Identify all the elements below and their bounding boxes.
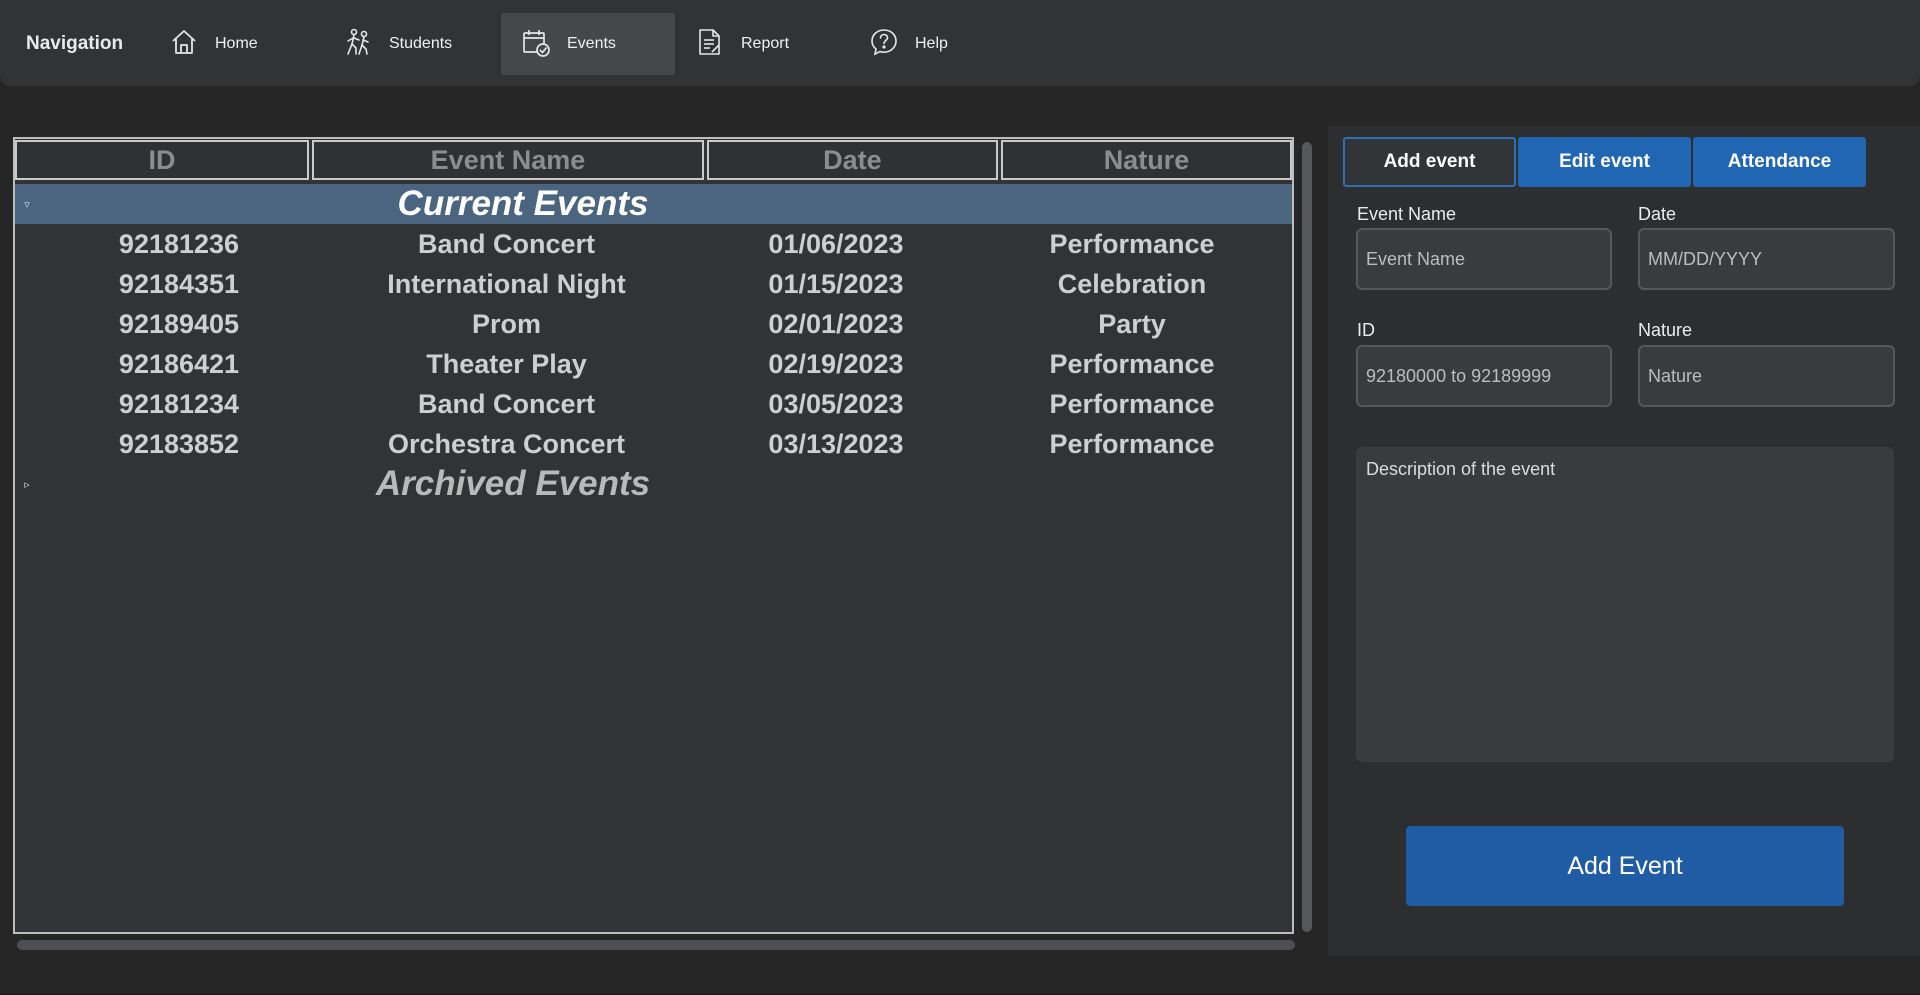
group-header-current-events[interactable]: ▿ Current Events (15, 184, 1292, 224)
date-label: Date (1638, 204, 1677, 224)
cell-id: 92189405 (118, 308, 240, 339)
column-header-event-name[interactable]: Event Name (312, 140, 704, 180)
cell-date: 01/15/2023 (768, 268, 904, 299)
tab-attendance[interactable]: Attendance (1693, 137, 1866, 187)
horizontal-scrollbar[interactable] (17, 940, 1295, 950)
nav-item-label: Home (215, 35, 258, 52)
cell-event-name: Theater Play (426, 348, 587, 379)
event-name-label: Event Name (1357, 204, 1457, 224)
cell-event-name: Band Concert (417, 388, 596, 419)
table-row[interactable]: 92189405 Prom 02/01/2023 Party (15, 304, 1292, 344)
group-header-archived-events[interactable]: ▹ Archived Events (15, 464, 1292, 504)
collapse-triangle-icon[interactable]: ▿ (17, 198, 37, 211)
group-title-archived: Archived Events (375, 464, 651, 503)
nav-item-label: Students (389, 35, 453, 52)
column-header-date[interactable]: Date (706, 140, 998, 180)
table-row[interactable]: 92186421 Theater Play 02/19/2023 Perform… (15, 344, 1292, 384)
nav-item-events[interactable]: Events (501, 13, 675, 75)
date-field[interactable]: MM/DD/YYYY (1638, 228, 1895, 290)
cell-id: 92184351 (118, 268, 240, 299)
cell-event-name: Prom (471, 308, 542, 339)
nav-item-label: Report (741, 35, 790, 52)
nav-item-label: Help (915, 35, 948, 52)
cell-event-name: Band Concert (417, 228, 596, 259)
add-event-button[interactable]: Add Event (1406, 826, 1844, 906)
tab-edit-event[interactable]: Edit event (1518, 137, 1691, 187)
cell-id: 92181234 (118, 388, 240, 419)
cell-date: 01/06/2023 (768, 228, 904, 259)
group-title-current: Current Events (397, 184, 649, 223)
cell-date: 02/01/2023 (768, 308, 904, 339)
expand-triangle-icon[interactable]: ▹ (17, 478, 37, 491)
calendar-check-icon (521, 27, 567, 62)
cell-date: 02/19/2023 (768, 348, 904, 379)
top-navigation-bar: Navigation Home Students Events Report H… (0, 0, 1920, 86)
cell-event-name: International Night (387, 268, 626, 299)
id-label: ID (1357, 320, 1375, 340)
column-header-id[interactable]: ID (15, 140, 310, 180)
events-table: ID Event Name Date Nature ▿ Current Even… (13, 137, 1294, 934)
cell-date: 03/05/2023 (768, 388, 904, 419)
table-row[interactable]: 92181234 Band Concert 03/05/2023 Perform… (15, 384, 1292, 424)
table-row[interactable]: 92181236 Band Concert 01/06/2023 Perform… (15, 224, 1292, 264)
nav-item-label: Events (567, 35, 616, 52)
id-field[interactable]: 92180000 to 92189999 (1356, 345, 1612, 407)
table-row[interactable]: 92184351 International Night 01/15/2023 … (15, 264, 1292, 304)
description-textarea[interactable]: Description of the event (1356, 447, 1894, 762)
cell-nature: Performance (1049, 428, 1215, 459)
table-header: ID Event Name Date Nature (15, 139, 1292, 183)
column-header-nature[interactable]: Nature (1000, 140, 1292, 180)
cell-id: 92183852 (118, 428, 240, 459)
students-icon (343, 27, 389, 62)
nav-item-students[interactable]: Students (323, 13, 497, 75)
navigation-title: Navigation (26, 33, 124, 54)
nature-label: Nature (1638, 320, 1693, 340)
report-icon (695, 27, 741, 62)
home-icon (169, 27, 215, 62)
nav-item-report[interactable]: Report (675, 13, 849, 75)
cell-id: 92181236 (118, 228, 240, 259)
cell-date: 03/13/2023 (768, 428, 904, 459)
cell-nature: Performance (1049, 348, 1215, 379)
help-icon (869, 27, 915, 62)
vertical-scrollbar[interactable] (1302, 142, 1312, 932)
nature-field[interactable]: Nature (1638, 345, 1895, 407)
nav-item-help[interactable]: Help (849, 13, 1023, 75)
cell-id: 92186421 (118, 348, 240, 379)
cell-nature: Performance (1049, 228, 1215, 259)
cell-nature: Party (1098, 308, 1166, 339)
table-row[interactable]: 92183852 Orchestra Concert 03/13/2023 Pe… (15, 424, 1292, 464)
cell-event-name: Orchestra Concert (387, 428, 626, 459)
cell-nature: Celebration (1057, 268, 1207, 299)
tab-add-event[interactable]: Add event (1343, 137, 1516, 187)
nav-item-home[interactable]: Home (149, 13, 323, 75)
cell-nature: Performance (1049, 388, 1215, 419)
event-name-field[interactable]: Event Name (1356, 228, 1612, 290)
table-rows: 92181236 Band Concert 01/06/2023 Perform… (15, 224, 1292, 464)
